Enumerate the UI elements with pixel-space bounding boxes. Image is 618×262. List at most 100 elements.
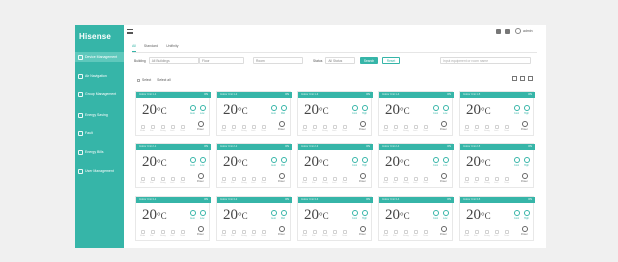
mode-control-icon[interactable] [384,177,388,181]
mode-control-icon[interactable] [141,230,145,234]
mode-icon[interactable] [190,105,196,111]
mode-control-icon[interactable] [303,230,307,234]
timer-control-icon[interactable] [343,177,347,181]
timer-control-icon[interactable] [505,125,509,129]
device-card[interactable]: Indoor Unit 1-5 ON 20°C Cool High Power Mode Fa… [459,91,535,136]
fan-icon[interactable] [443,105,449,111]
mode-icon[interactable] [433,210,439,216]
lock-control-icon[interactable] [333,230,337,234]
device-card[interactable]: Indoor Unit 1-4 ON 20°C Cool Low Power Mode Fan… [378,91,454,136]
sidebar-item-user-management[interactable]: User Management [75,166,124,176]
avatar[interactable] [515,28,521,34]
power-icon[interactable] [522,121,528,127]
timer-control-icon[interactable] [181,125,185,129]
timer-control-icon[interactable] [424,230,428,234]
sidebar-item-air-navigation[interactable]: Air Navigation [75,71,124,81]
power-icon[interactable] [198,121,204,127]
mode-icon[interactable] [514,105,520,111]
mode-control-icon[interactable] [465,177,469,181]
swing-control-icon[interactable] [404,177,408,181]
device-card[interactable]: Indoor Unit 2-1 ON 20°C Auto Low Power Mode Fan… [135,143,211,188]
swing-control-icon[interactable] [485,177,489,181]
power-icon[interactable] [522,173,528,179]
swing-control-icon[interactable] [161,177,165,181]
device-card[interactable]: Indoor Unit 2-2 ON 20°C Auto Mid Power Mode Fan… [216,143,292,188]
timer-control-icon[interactable] [505,230,509,234]
timer-control-icon[interactable] [343,230,347,234]
mode-icon[interactable] [433,105,439,111]
lock-control-icon[interactable] [252,230,256,234]
fan-icon[interactable] [200,157,206,163]
sidebar-item-group-management[interactable]: Group Management [75,89,124,99]
swing-control-icon[interactable] [161,230,165,234]
device-card[interactable]: Indoor Unit 1-3 ON 20°C Cool High Power Mode Fa… [297,91,373,136]
power-icon[interactable] [360,173,366,179]
device-card[interactable]: Indoor Unit 3-1 ON 20°C Auto Low Power Mode Fan… [135,196,211,241]
mode-icon[interactable] [271,210,277,216]
mode-control-icon[interactable] [465,125,469,129]
fan-control-icon[interactable] [313,230,317,234]
mode-icon[interactable] [514,210,520,216]
swing-control-icon[interactable] [485,230,489,234]
swing-control-icon[interactable] [485,125,489,129]
message-icon[interactable] [496,29,501,34]
timer-control-icon[interactable] [505,177,509,181]
fan-icon[interactable] [200,105,206,111]
tab-all[interactable]: All [132,44,136,52]
mode-control-icon[interactable] [141,125,145,129]
lock-control-icon[interactable] [171,177,175,181]
fan-control-icon[interactable] [232,125,236,129]
fan-control-icon[interactable] [394,177,398,181]
fan-icon[interactable] [362,105,368,111]
mode-icon[interactable] [433,157,439,163]
mode-control-icon[interactable] [222,230,226,234]
fan-control-icon[interactable] [151,125,155,129]
sidebar-item-fault[interactable]: Fault [75,128,124,138]
timer-control-icon[interactable] [424,177,428,181]
mode-icon[interactable] [271,105,277,111]
timer-control-icon[interactable] [424,125,428,129]
select-all-link[interactable]: Select all [157,78,170,82]
mode-icon[interactable] [352,210,358,216]
swing-control-icon[interactable] [161,125,165,129]
device-card[interactable]: Indoor Unit 3-5 ON 20°C Cool High Power Mode Fa… [459,196,535,241]
power-icon[interactable] [441,226,447,232]
tab-unifinity[interactable]: Unifinity [166,44,178,52]
lock-control-icon[interactable] [252,125,256,129]
device-card[interactable]: Indoor Unit 2-3 ON 20°C Cool High Power Mode Fa… [297,143,373,188]
device-card[interactable]: Indoor Unit 1-2 ON 20°C Auto Mid Power Mode Fan… [216,91,292,136]
swing-control-icon[interactable] [242,230,246,234]
swing-control-icon[interactable] [404,125,408,129]
swing-control-icon[interactable] [323,177,327,181]
fan-control-icon[interactable] [232,230,236,234]
room-select[interactable]: Room [253,57,303,64]
fan-control-icon[interactable] [475,177,479,181]
mode-control-icon[interactable] [222,177,226,181]
power-icon[interactable] [360,121,366,127]
reset-button[interactable]: Reset [382,57,400,64]
building-select[interactable]: All Buildings [148,57,199,64]
mode-icon[interactable] [352,157,358,163]
timer-control-icon[interactable] [181,230,185,234]
lock-control-icon[interactable] [495,177,499,181]
tab-standard[interactable]: Standard [144,44,158,52]
search-input[interactable]: Input equipment or room name [440,57,531,64]
fan-icon[interactable] [281,157,287,163]
swing-control-icon[interactable] [323,230,327,234]
grid-view-icon[interactable] [512,76,517,81]
mode-control-icon[interactable] [303,125,307,129]
fan-icon[interactable] [362,210,368,216]
swing-control-icon[interactable] [404,230,408,234]
power-icon[interactable] [360,226,366,232]
mode-icon[interactable] [190,157,196,163]
timer-control-icon[interactable] [262,125,266,129]
device-card[interactable]: Indoor Unit 3-4 ON 20°C Cool Low Power Mode Fan… [378,196,454,241]
lock-control-icon[interactable] [252,177,256,181]
search-button[interactable]: Search [360,57,378,64]
menu-icon[interactable] [127,29,133,34]
fan-control-icon[interactable] [394,230,398,234]
power-icon[interactable] [279,121,285,127]
swing-control-icon[interactable] [323,125,327,129]
power-icon[interactable] [279,173,285,179]
fan-control-icon[interactable] [475,125,479,129]
